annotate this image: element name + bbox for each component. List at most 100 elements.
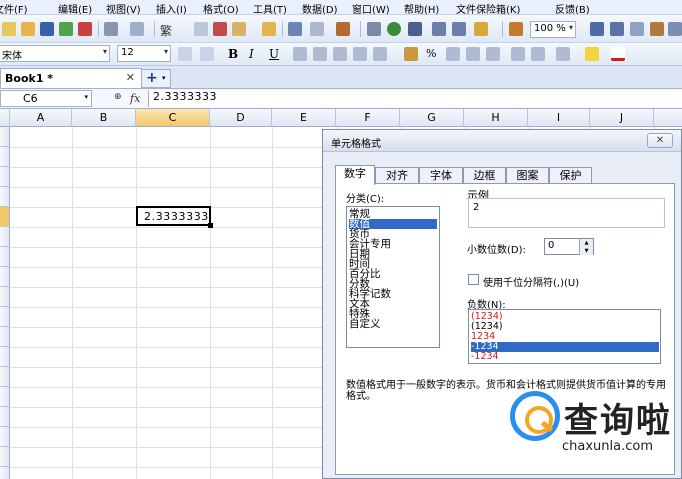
spin-up-icon[interactable]: ▲	[579, 239, 593, 247]
align-left-icon[interactable]	[293, 47, 307, 61]
percent-button[interactable]: %	[426, 47, 436, 60]
paste-icon[interactable]	[232, 22, 246, 36]
increase-decimal-icon[interactable]	[466, 47, 480, 61]
row-header[interactable]	[0, 187, 10, 207]
undo-icon[interactable]	[288, 22, 302, 36]
new-icon[interactable]	[2, 22, 16, 36]
justify-icon[interactable]	[353, 47, 367, 61]
autosum-icon[interactable]	[408, 22, 422, 36]
row-header[interactable]	[0, 307, 10, 327]
text-icon[interactable]	[610, 22, 624, 36]
column-header-k[interactable]	[654, 109, 682, 127]
row-header[interactable]	[0, 127, 10, 147]
sort-desc-icon[interactable]	[452, 22, 466, 36]
insert-function-button[interactable]: fx	[130, 92, 140, 105]
italic-button[interactable]: I	[249, 47, 254, 61]
currency-icon[interactable]	[404, 47, 418, 61]
tab-book1[interactable]: Book1 * ✕	[0, 68, 142, 88]
freeze-icon[interactable]	[650, 22, 664, 36]
column-header-f[interactable]: F	[336, 109, 400, 127]
zoom-select[interactable]: 100 % ▾	[530, 21, 576, 38]
row-header[interactable]	[0, 347, 10, 367]
decrease-font-icon[interactable]	[200, 47, 214, 61]
outdent-icon[interactable]	[511, 47, 525, 61]
category-list[interactable]: 常规 数值 货币 会计专用 日期 时间 百分比 分数 科学记数 文本 特殊 自定…	[346, 206, 440, 348]
menu-file-safe[interactable]: 文件保险箱(K)	[456, 1, 520, 16]
menu-window[interactable]: 窗口(W)	[352, 1, 390, 16]
list-item-selected[interactable]: -1234	[471, 342, 659, 352]
pdf-icon[interactable]	[78, 22, 92, 36]
list-item[interactable]: -1234	[471, 352, 659, 362]
borders-icon[interactable]	[556, 47, 570, 61]
negative-numbers-list[interactable]: (1234) (1234) 1234 -1234 -1234	[468, 309, 661, 364]
row-header[interactable]	[0, 407, 10, 427]
tab-number[interactable]: 数字	[335, 165, 375, 185]
screenshot-icon[interactable]	[630, 22, 644, 36]
find-icon[interactable]	[590, 22, 604, 36]
copy-icon[interactable]	[194, 22, 208, 36]
row-header[interactable]	[0, 167, 10, 187]
tab-border[interactable]: 边框	[463, 167, 506, 184]
row-header[interactable]	[0, 227, 10, 247]
export-icon[interactable]	[59, 22, 73, 36]
font-size-select[interactable]: 12 ▾	[117, 45, 171, 62]
menu-edit[interactable]: 编辑(E)	[58, 1, 92, 16]
fill-color-icon[interactable]	[585, 47, 599, 61]
tab-patterns[interactable]: 图案	[506, 167, 549, 184]
new-tab-button[interactable]: + ▾	[141, 69, 171, 88]
list-item[interactable]: 1234	[471, 332, 659, 342]
thousands-separator-checkbox[interactable]	[468, 274, 479, 285]
decimal-places-stepper[interactable]: 0 ▲ ▼	[544, 238, 594, 255]
print-icon[interactable]	[104, 22, 118, 36]
sort-asc-icon[interactable]	[432, 22, 446, 36]
row-header[interactable]	[0, 427, 10, 447]
select-all-corner[interactable]	[0, 109, 10, 127]
name-box[interactable]: C6 ▾	[0, 90, 92, 107]
more-icon[interactable]	[668, 22, 682, 36]
font-color-icon[interactable]	[611, 47, 625, 61]
column-header-d[interactable]: D	[210, 109, 272, 127]
underline-button[interactable]: U	[269, 47, 279, 61]
menu-data[interactable]: 数据(D)	[302, 1, 338, 16]
row-header[interactable]	[0, 367, 10, 387]
row-header[interactable]	[0, 147, 10, 167]
tab-alignment[interactable]: 对齐	[375, 167, 419, 184]
menu-tools[interactable]: 工具(T)	[253, 1, 287, 16]
list-item[interactable]: (1234)	[471, 322, 659, 332]
row-header[interactable]	[0, 467, 10, 479]
column-header-j[interactable]: J	[590, 109, 654, 127]
dialog-title-bar[interactable]: 单元格格式 ✕	[323, 130, 681, 152]
column-header-b[interactable]: B	[72, 109, 136, 127]
formula-input[interactable]: 2.3333333	[148, 90, 682, 107]
tab-font[interactable]: 字体	[419, 167, 463, 184]
format-painter-icon[interactable]	[262, 22, 276, 36]
close-icon[interactable]: ✕	[647, 133, 673, 148]
fill-icon[interactable]	[336, 22, 350, 36]
row-header[interactable]	[0, 267, 10, 287]
font-name-select[interactable]: 宋体 ▾	[0, 45, 110, 62]
redo-icon[interactable]	[310, 22, 324, 36]
row-header[interactable]	[0, 447, 10, 467]
align-center-icon[interactable]	[313, 47, 327, 61]
column-header-a[interactable]: A	[10, 109, 72, 127]
column-header-g[interactable]: G	[400, 109, 464, 127]
column-header-c[interactable]: C	[136, 109, 210, 127]
column-header-h[interactable]: H	[464, 109, 528, 127]
active-cell-c6[interactable]: 2.3333333	[136, 206, 213, 228]
decrease-decimal-icon[interactable]	[486, 47, 500, 61]
close-icon[interactable]: ✕	[126, 71, 135, 84]
traditional-chinese-button[interactable]: 繁	[160, 22, 172, 39]
row-header[interactable]	[0, 247, 10, 267]
tab-protection[interactable]: 保护	[549, 167, 592, 184]
print-preview-icon[interactable]	[130, 22, 144, 36]
spin-down-icon[interactable]: ▼	[579, 247, 593, 255]
menu-insert[interactable]: 插入(I)	[156, 1, 187, 16]
zoom-formula-icon[interactable]: ⊕	[114, 92, 122, 102]
menu-help[interactable]: 帮助(H)	[404, 1, 439, 16]
bold-button[interactable]: B	[228, 47, 238, 61]
align-right-icon[interactable]	[333, 47, 347, 61]
row-header-selected[interactable]	[0, 207, 10, 227]
hyperlink-icon[interactable]	[387, 22, 401, 36]
filter-icon[interactable]	[474, 22, 488, 36]
column-header-i[interactable]: I	[528, 109, 590, 127]
